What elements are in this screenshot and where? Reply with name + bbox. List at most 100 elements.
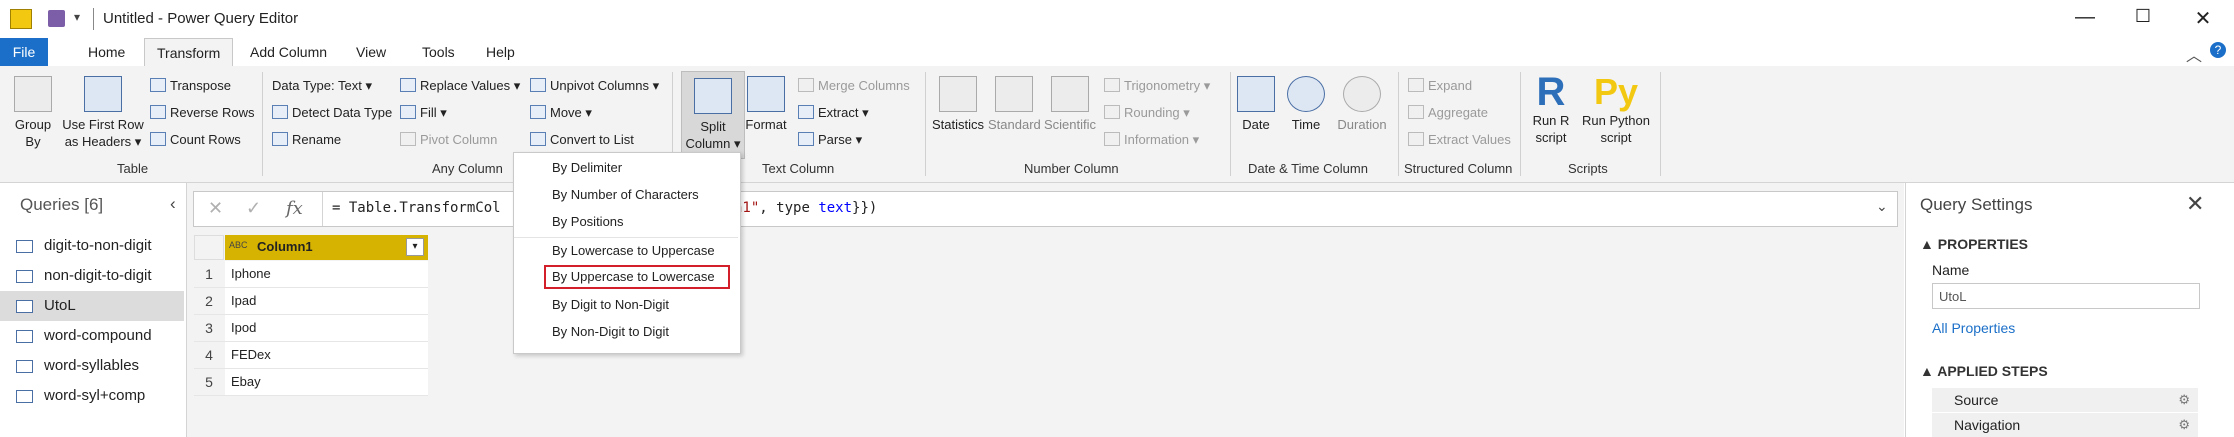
date-button[interactable]: Date xyxy=(1236,76,1276,133)
column-filter-dropdown-icon[interactable]: ▾ xyxy=(406,238,424,256)
save-icon[interactable] xyxy=(48,10,65,27)
commit-formula-icon[interactable]: ✓ xyxy=(246,198,261,219)
cell-value[interactable]: Iphone xyxy=(225,261,428,287)
group-separator xyxy=(1230,72,1231,176)
menu-item-by-lowercase-to-uppercase[interactable]: By Lowercase to Uppercase xyxy=(514,239,738,263)
all-properties-link[interactable]: All Properties xyxy=(1932,320,2015,336)
cell-value[interactable]: Ebay xyxy=(225,369,428,395)
run-r-script-button[interactable]: R Run R script xyxy=(1526,72,1576,146)
cell-value[interactable]: Ipad xyxy=(225,288,428,314)
standard-button[interactable]: Standard xyxy=(988,76,1041,133)
trigonometry-button[interactable]: Trigonometry ▾ xyxy=(1104,78,1210,94)
expand-icon xyxy=(1408,78,1424,92)
tab-tools[interactable]: Tools xyxy=(410,38,467,66)
detect-data-type-button[interactable]: Detect Data Type xyxy=(272,105,392,120)
fill-button[interactable]: Fill ▾ xyxy=(400,105,447,121)
move-button[interactable]: Move ▾ xyxy=(530,105,592,121)
use-first-row-button[interactable]: Use First Row as Headers ▾ xyxy=(60,76,146,150)
replace-values-button[interactable]: Replace Values ▾ xyxy=(400,78,520,94)
table-menu-icon[interactable] xyxy=(194,235,224,260)
formula-text-left[interactable]: = Table.TransformCol xyxy=(332,200,501,216)
run-python-script-button[interactable]: Py Run Python script xyxy=(1578,72,1654,146)
menu-item-by-uppercase-to-lowercase[interactable]: By Uppercase to Lowercase xyxy=(544,265,730,289)
quick-access-dropdown-icon[interactable]: ▾ xyxy=(74,10,80,24)
applied-step[interactable]: Source ⚙ xyxy=(1932,388,2198,412)
close-query-settings-icon[interactable]: ✕ xyxy=(2186,191,2204,217)
group-separator xyxy=(925,72,926,176)
column-header-column1[interactable]: ABC Column1 ▾ xyxy=(225,235,428,260)
extract-button[interactable]: Extract ▾ xyxy=(798,105,869,121)
tab-help[interactable]: Help xyxy=(474,38,527,66)
queries-header: Queries [6] xyxy=(20,195,104,214)
tab-transform[interactable]: Transform xyxy=(144,38,234,67)
unpivot-columns-button[interactable]: Unpivot Columns ▾ xyxy=(530,78,659,94)
scientific-button[interactable]: Scientific xyxy=(1042,76,1098,133)
transpose-button[interactable]: Transpose xyxy=(150,78,231,93)
merge-columns-label: Merge Columns xyxy=(818,78,910,93)
gear-icon[interactable]: ⚙ xyxy=(2178,413,2190,437)
aggregate-button[interactable]: Aggregate xyxy=(1408,105,1488,120)
table-icon xyxy=(16,330,33,343)
query-item[interactable]: word-syllables xyxy=(0,351,184,381)
tab-add-column[interactable]: Add Column xyxy=(238,38,339,66)
cell-value[interactable]: FEDex xyxy=(225,342,428,368)
statistics-button[interactable]: Statistics xyxy=(930,76,986,133)
split-column-button[interactable]: Split Column ▾ xyxy=(681,71,745,159)
query-label: non-digit-to-digit xyxy=(44,267,152,284)
split-column-menu: By Delimiter By Number of Characters By … xyxy=(513,152,741,354)
extract-values-button[interactable]: Extract Values xyxy=(1408,132,1511,147)
query-item[interactable]: word-compound xyxy=(0,321,184,351)
split-label-1: Split xyxy=(700,119,726,134)
information-button[interactable]: Information ▾ xyxy=(1104,132,1199,148)
menu-item-by-delimiter[interactable]: By Delimiter xyxy=(514,156,738,180)
cancel-formula-icon[interactable]: ✕ xyxy=(208,198,223,219)
formula-text-right[interactable]: n1", type text}}) xyxy=(734,200,877,216)
query-item[interactable]: word-syl+comp xyxy=(0,381,184,411)
menu-item-by-number-of-characters[interactable]: By Number of Characters xyxy=(514,183,738,207)
convert-to-list-button[interactable]: Convert to List xyxy=(530,132,634,147)
collapse-queries-icon[interactable]: ‹ xyxy=(170,194,176,214)
gear-icon[interactable]: ⚙ xyxy=(2178,388,2190,412)
expand-formula-icon[interactable]: ⌄ xyxy=(1876,198,1888,215)
close-button[interactable]: ✕ xyxy=(2188,6,2218,31)
rounding-button[interactable]: Rounding ▾ xyxy=(1104,105,1190,121)
time-button[interactable]: Time xyxy=(1286,76,1326,133)
menu-item-by-digit-to-non-digit[interactable]: By Digit to Non-Digit xyxy=(514,293,738,317)
menu-item-by-non-digit-to-digit[interactable]: By Non-Digit to Digit xyxy=(514,320,738,344)
ribbon: Group By Use First Row as Headers ▾ Tran… xyxy=(0,66,2234,183)
query-item-selected[interactable]: UtoL xyxy=(0,291,184,321)
reverse-rows-button[interactable]: Reverse Rows xyxy=(150,105,255,120)
format-button[interactable]: Format xyxy=(744,76,788,133)
cell-value[interactable]: Ipod xyxy=(225,315,428,341)
data-type-dropdown[interactable]: Data Type: Text ▾ xyxy=(272,78,372,94)
convert-to-list-label: Convert to List xyxy=(550,132,634,147)
standard-label: Standard xyxy=(988,117,1041,132)
applied-step[interactable]: Navigation ⚙ xyxy=(1932,413,2198,437)
fx-icon[interactable]: fx xyxy=(286,198,303,219)
query-settings-title: Query Settings xyxy=(1920,195,2033,214)
expand-button[interactable]: Expand xyxy=(1408,78,1472,93)
group-by-button[interactable]: Group By xyxy=(8,76,58,150)
query-item[interactable]: non-digit-to-digit xyxy=(0,261,184,291)
parse-button[interactable]: Parse ▾ xyxy=(798,132,862,148)
applied-steps-section[interactable]: ▲ APPLIED STEPS xyxy=(1920,363,2048,379)
tab-view[interactable]: View xyxy=(344,38,398,66)
maximize-button[interactable]: ☐ xyxy=(2128,6,2158,27)
text-type-icon[interactable]: ABC xyxy=(229,240,248,250)
query-item[interactable]: digit-to-non-digit xyxy=(0,231,184,261)
stopwatch-icon xyxy=(1343,76,1381,112)
tab-home[interactable]: Home xyxy=(76,38,137,66)
tab-file[interactable]: File xyxy=(0,38,48,66)
count-rows-button[interactable]: Count Rows xyxy=(150,132,241,147)
minimize-button[interactable]: — xyxy=(2070,6,2100,29)
rename-button[interactable]: Rename xyxy=(272,132,341,147)
merge-columns-button[interactable]: Merge Columns xyxy=(798,78,910,93)
query-name-input[interactable]: UtoL xyxy=(1932,283,2200,309)
group-label-datetime: Date & Time Column xyxy=(1248,161,1368,176)
collapse-ribbon-icon[interactable]: ︿ xyxy=(2186,42,2202,66)
pivot-column-button[interactable]: Pivot Column xyxy=(400,132,497,147)
duration-button[interactable]: Duration xyxy=(1334,76,1390,133)
menu-item-by-positions[interactable]: By Positions xyxy=(514,210,738,234)
help-icon[interactable]: ? xyxy=(2210,42,2226,58)
properties-section[interactable]: ▲ PROPERTIES xyxy=(1920,236,2028,252)
